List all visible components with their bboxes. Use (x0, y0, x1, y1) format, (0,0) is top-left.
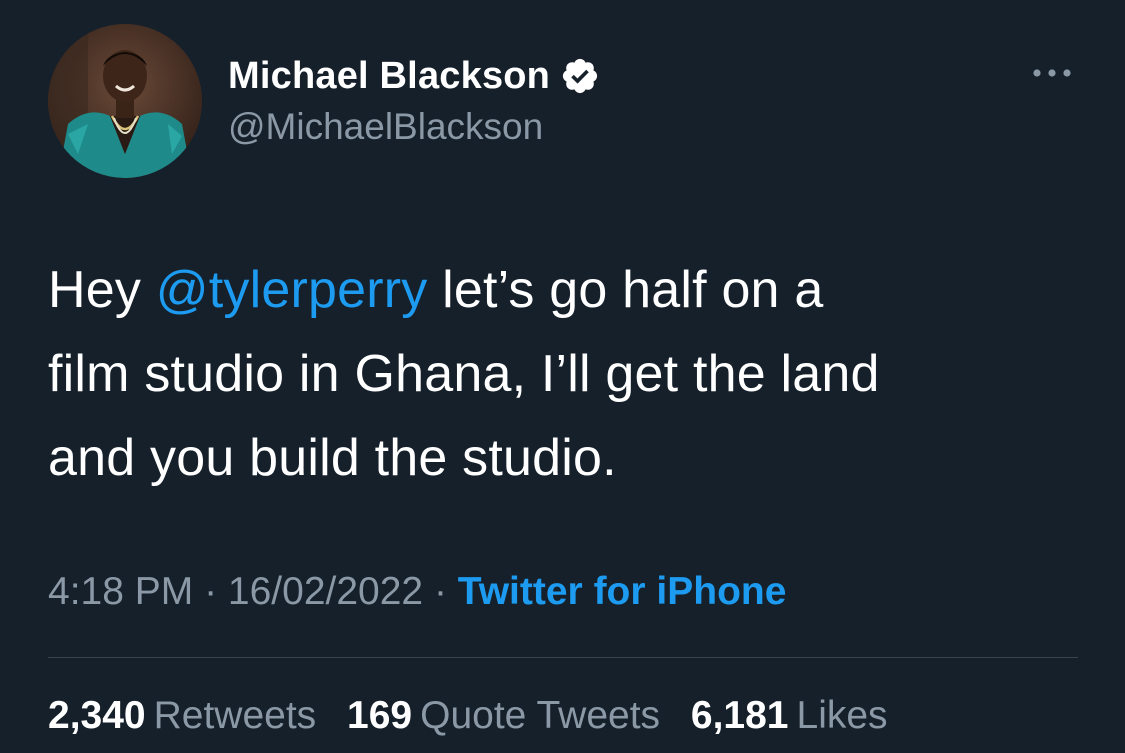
meta-separator: · (193, 570, 228, 613)
tweet-text: Hey @tylerperry let’s go half on a film … (48, 248, 1088, 500)
quote-tweets-label: Quote Tweets (420, 694, 661, 737)
tweet-text-before: Hey (48, 261, 156, 319)
avatar-photo (48, 24, 202, 178)
tweet-line-2: film studio in Ghana, I’ll get the land (48, 345, 880, 403)
author-name-row[interactable]: Michael Blackson (228, 52, 600, 100)
avatar[interactable] (48, 24, 202, 178)
quote-tweets-count: 169 (347, 694, 413, 737)
engagement-stats: 2,340 Retweets 169 Quote Tweets 6,181 Likes (48, 694, 908, 738)
quote-tweets-stat[interactable]: 169 Quote Tweets (347, 694, 660, 737)
divider (48, 657, 1078, 658)
more-horizontal-icon[interactable] (1028, 58, 1076, 88)
tweet-source-link[interactable]: Twitter for iPhone (458, 570, 787, 613)
tweet-metadata: 4:18 PM · 16/02/2022 · Twitter for iPhon… (48, 570, 786, 614)
verified-badge-icon (560, 56, 600, 96)
tweet-line-1: Hey @tylerperry let’s go half on a (48, 248, 1088, 332)
user-handle[interactable]: @MichaelBlackson (228, 106, 543, 148)
likes-stat[interactable]: 6,181 Likes (691, 694, 888, 737)
mention-link[interactable]: @tylerperry (156, 261, 428, 319)
tweet-time[interactable]: 4:18 PM (48, 570, 193, 613)
retweets-count: 2,340 (48, 694, 146, 737)
tweet-line-3: and you build the studio. (48, 429, 617, 487)
retweets-label: Retweets (153, 694, 317, 737)
tweet-line-1-rest: let’s go half on a (427, 261, 824, 319)
likes-label: Likes (796, 694, 888, 737)
display-name[interactable]: Michael Blackson (228, 55, 550, 98)
tweet-date[interactable]: 16/02/2022 (228, 570, 423, 613)
meta-separator: · (423, 570, 458, 613)
likes-count: 6,181 (690, 694, 789, 737)
retweets-stat[interactable]: 2,340 Retweets (48, 694, 316, 737)
